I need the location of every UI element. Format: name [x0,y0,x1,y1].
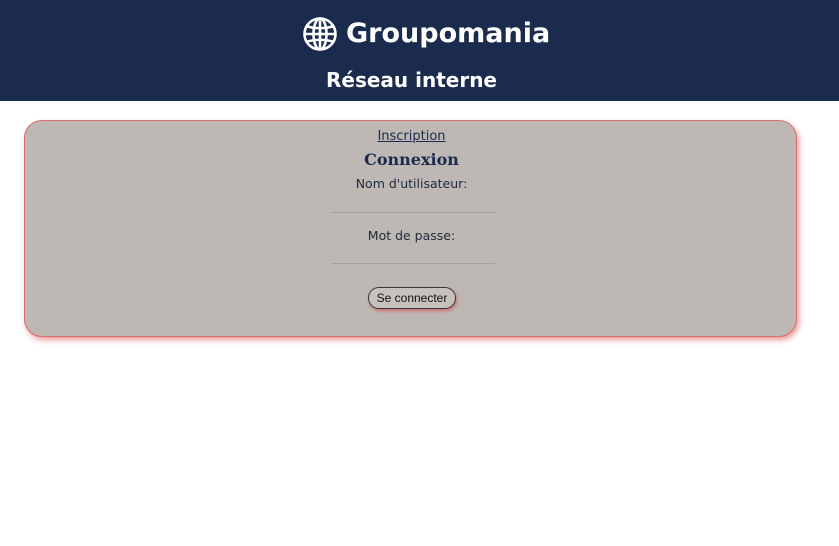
username-input[interactable] [331,193,495,213]
page-subtitle: Réseau interne [325,68,497,92]
signup-link[interactable]: Inscription [25,129,798,145]
brand-logo: Groupomania [302,14,550,54]
password-label: Mot de passe: [367,228,456,243]
brand-name: Groupomania [346,18,551,49]
login-button[interactable]: Se connecter [368,287,456,309]
site-header: Groupomania Réseau interne [0,0,839,101]
password-input[interactable] [331,244,495,264]
username-label: Nom d'utilisateur: [355,176,468,191]
login-card: Inscription Connexion Nom d'utilisateur:… [24,120,797,337]
login-title: Connexion [364,150,459,169]
globe-icon [302,16,338,52]
